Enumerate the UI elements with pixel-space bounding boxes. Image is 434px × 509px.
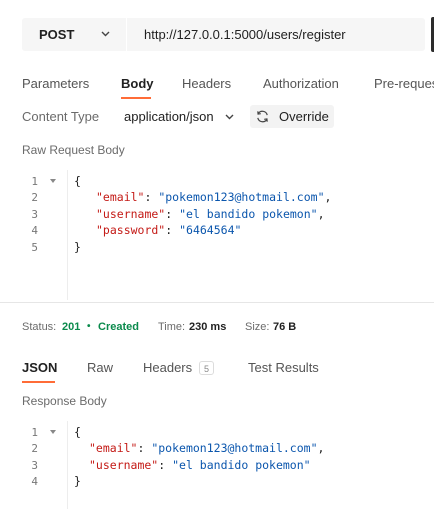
time-label: Time: — [158, 321, 186, 333]
status-dot: • — [87, 321, 91, 332]
tab-body[interactable]: Body — [121, 76, 154, 91]
json-colon: : — [158, 458, 173, 472]
tab-parameters[interactable]: Parameters — [22, 76, 89, 91]
code-line: "username": "el bandido pokemon", — [96, 207, 325, 221]
json-comma: , — [324, 190, 332, 204]
pane-divider[interactable] — [0, 302, 434, 303]
method-label: POST — [39, 27, 75, 42]
active-tab-indicator — [22, 381, 55, 383]
json-key: "password" — [96, 223, 166, 237]
line-number: 4 — [31, 475, 38, 488]
tab-test-results[interactable]: Test Results — [248, 360, 319, 375]
json-key: "email" — [96, 190, 145, 204]
content-type-select[interactable]: application/json — [124, 109, 214, 124]
json-value: "el bandido pokemon" — [172, 458, 311, 472]
override-label: Override — [279, 109, 329, 124]
time-value: 230 ms — [189, 321, 227, 333]
json-key: "username" — [96, 207, 166, 221]
line-number: 1 — [31, 175, 38, 188]
chevron-down-icon — [225, 114, 234, 120]
override-button[interactable]: Override — [250, 105, 334, 128]
tab-raw[interactable]: Raw — [87, 360, 113, 375]
size-label: Size: — [245, 321, 270, 333]
tab-response-headers[interactable]: Headers — [143, 360, 192, 375]
code-line: "email": "pokemon123@hotmail.com", — [96, 190, 331, 204]
size-value: 76 B — [273, 321, 297, 333]
line-number: 3 — [31, 208, 38, 221]
response-body-label: Response Body — [22, 394, 107, 408]
method-select[interactable]: POST — [22, 18, 127, 51]
line-number: 4 — [31, 224, 38, 237]
content-type-label: Content Type — [22, 109, 100, 124]
status-label: Status: — [22, 321, 57, 333]
json-value: "pokemon123@hotmail.com" — [158, 190, 325, 204]
url-input[interactable]: http://127.0.0.1:5000/users/register — [144, 27, 346, 42]
code-brace: { — [74, 425, 81, 439]
json-value: "6464564" — [179, 223, 242, 237]
json-value: "el bandido pokemon" — [179, 207, 318, 221]
status-text: Created — [98, 321, 139, 333]
json-comma: , — [317, 441, 325, 455]
gutter-divider — [67, 170, 68, 300]
json-key: "email" — [89, 441, 138, 455]
line-number: 3 — [31, 459, 38, 472]
line-number: 2 — [31, 191, 38, 204]
json-colon: : — [165, 207, 180, 221]
json-colon: : — [137, 441, 152, 455]
json-colon: : — [165, 223, 180, 237]
fold-arrow-icon[interactable] — [50, 430, 56, 434]
line-number: 2 — [31, 442, 38, 455]
code-line: "username": "el bandido pokemon" — [89, 458, 311, 472]
json-colon: : — [144, 190, 159, 204]
code-line: "email": "pokemon123@hotmail.com", — [89, 441, 324, 455]
raw-request-body-label: Raw Request Body — [22, 143, 125, 157]
tab-authorization[interactable]: Authorization — [263, 76, 339, 91]
line-number: 5 — [31, 241, 38, 254]
active-tab-indicator — [121, 97, 151, 99]
chevron-down-icon — [101, 31, 110, 37]
headers-count-badge: 5 — [199, 361, 214, 375]
tab-headers[interactable]: Headers — [182, 76, 231, 91]
status-code: 201 — [62, 321, 81, 333]
line-number: 1 — [31, 426, 38, 439]
json-value: "pokemon123@hotmail.com" — [151, 441, 318, 455]
gutter-divider — [67, 421, 68, 509]
json-comma: , — [317, 207, 325, 221]
code-line: "password": "6464564" — [96, 223, 241, 237]
code-brace: { — [74, 174, 81, 188]
json-key: "username" — [89, 458, 159, 472]
code-brace: } — [74, 474, 81, 488]
tab-json[interactable]: JSON — [22, 360, 57, 375]
url-bar: POST http://127.0.0.1:5000/users/registe… — [22, 18, 425, 51]
tab-pre-request[interactable]: Pre-reques — [374, 76, 434, 91]
refresh-icon — [257, 110, 268, 123]
fold-arrow-icon[interactable] — [50, 179, 56, 183]
code-brace: } — [74, 240, 81, 254]
